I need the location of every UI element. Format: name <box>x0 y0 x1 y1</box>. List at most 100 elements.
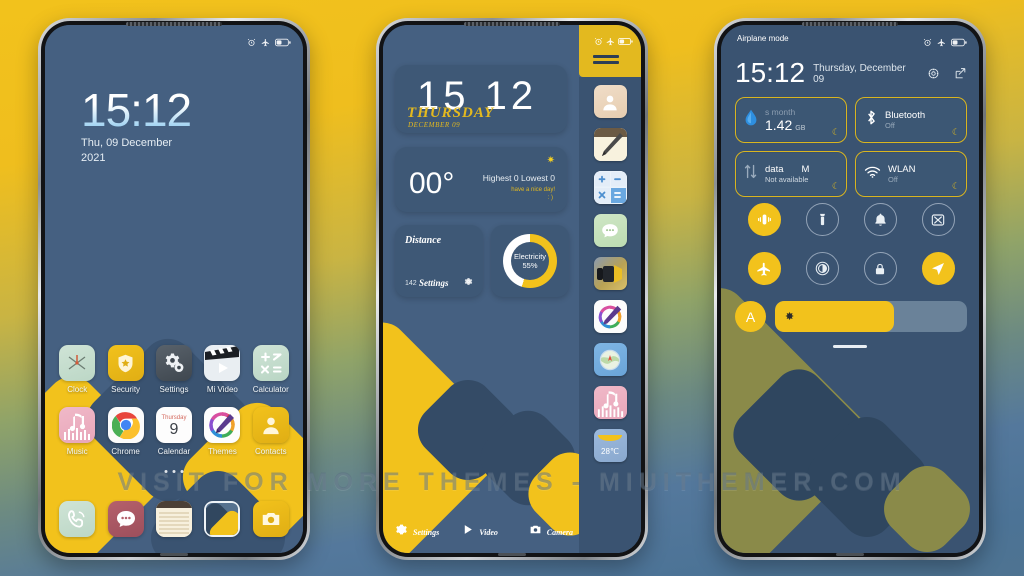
auto-brightness-button[interactable]: A <box>735 301 766 332</box>
battery-icon <box>951 38 967 47</box>
data-arrows-icon <box>744 163 758 185</box>
rail-contacts[interactable] <box>593 85 627 118</box>
phone-2-status-panel <box>579 25 641 77</box>
drag-handle[interactable] <box>833 345 867 348</box>
rail-compass[interactable] <box>593 343 627 376</box>
electricity-ring: Electricity 55% <box>503 234 557 288</box>
rail-themes[interactable] <box>593 300 627 333</box>
toggle-rotation-lock[interactable] <box>863 252 897 285</box>
lockscreen-clock: 15:12 Thu, 09 December 2021 <box>81 84 192 166</box>
app-chrome[interactable]: Chrome <box>101 407 149 456</box>
moon-corner-icon: ☾ <box>831 181 840 191</box>
tile-bluetooth-state: Off <box>885 121 895 131</box>
bottom-camera[interactable]: Camera <box>529 523 573 541</box>
camera-icon <box>529 523 542 541</box>
app-label: Themes <box>207 447 237 456</box>
water-drop-icon <box>744 109 758 131</box>
bottom-video-label: Video <box>479 527 498 537</box>
earpiece-speaker <box>802 22 898 26</box>
tile-bluetooth[interactable]: Bluetooth Off ☾ <box>855 97 967 143</box>
clock-widget[interactable]: 15 12 THURSDAY DECEMBER 09 <box>395 65 567 133</box>
app-mi-video[interactable]: Mi Video <box>198 345 246 394</box>
phone-2-bottom-bar: Settings Video Camera <box>383 519 579 545</box>
rail-messages[interactable] <box>593 214 627 247</box>
toggle-airplane-mode[interactable] <box>747 252 781 285</box>
tile-data-usage[interactable]: s month 1.42 GB ☾ <box>735 97 847 143</box>
weather-smiley: : ) <box>547 195 553 201</box>
app-rail: 28℃ <box>579 77 641 553</box>
rail-notes[interactable] <box>593 128 627 161</box>
rail-calculator[interactable] <box>593 171 627 204</box>
app-calendar[interactable]: Thursday 9 Calendar <box>150 407 198 456</box>
phone-1-bezel: 15:12 Thu, 09 December 2021 Clock Securi… <box>41 21 307 557</box>
dock-phone[interactable] <box>59 501 96 537</box>
weather-widget[interactable]: ✷ 00° Highest 0 Lowest 0 have a nice day… <box>395 147 567 212</box>
toggle-screenshot[interactable] <box>921 203 955 236</box>
app-label: Chrome <box>111 447 140 456</box>
bottom-settings[interactable]: Settings <box>395 523 439 541</box>
dock-gallery[interactable] <box>204 501 241 537</box>
calculator-icon <box>252 345 289 381</box>
electricity-widget[interactable]: Electricity 55% <box>491 225 569 297</box>
distance-settings-label[interactable]: Settings <box>419 278 449 288</box>
toggle-flashlight[interactable] <box>805 203 839 236</box>
settings-cog-icon[interactable] <box>927 67 940 85</box>
bluetooth-icon <box>864 109 878 131</box>
app-security[interactable]: Security <box>101 345 149 394</box>
distance-value: 142 <box>405 280 417 287</box>
app-calculator[interactable]: Calculator <box>247 345 295 394</box>
battery-icon <box>618 37 633 46</box>
tile-mobile-data[interactable]: data M Not available ☾ <box>735 151 847 197</box>
gear-icon <box>395 523 408 541</box>
lockscreen-date-line2: 2021 <box>81 151 106 164</box>
edit-icon[interactable] <box>954 67 967 85</box>
tile-bluetooth-title: Bluetooth <box>885 109 926 121</box>
bottom-video[interactable]: Video <box>461 523 498 541</box>
tile-data-usage-unit: GB <box>795 124 806 132</box>
dock-notes[interactable] <box>155 501 192 537</box>
app-themes[interactable]: Themes <box>198 407 246 456</box>
toggle-dark-mode[interactable] <box>805 252 839 285</box>
weather-message: have a nice day! <box>511 187 555 193</box>
calendar-icon: Thursday 9 <box>155 407 192 443</box>
moon-corner-icon: ☾ <box>951 127 960 137</box>
hamburger-icon[interactable] <box>593 55 619 67</box>
rail-flashlight[interactable] <box>593 257 627 290</box>
app-music[interactable]: Music <box>53 407 101 456</box>
toggle-grid <box>735 203 967 285</box>
alarm-icon <box>923 38 932 47</box>
tile-wlan-title: WLAN <box>888 163 916 175</box>
app-settings[interactable]: Settings <box>150 345 198 394</box>
tile-wlan-state: Off <box>888 175 898 185</box>
rail-music[interactable] <box>593 386 627 419</box>
dock-messages[interactable] <box>107 501 144 537</box>
toggle-silent[interactable] <box>863 203 897 236</box>
bottom-camera-label: Camera <box>546 527 573 537</box>
bottom-speaker <box>160 553 188 556</box>
airplane-icon <box>261 38 270 47</box>
app-contacts[interactable]: Contacts <box>247 407 295 456</box>
app-clock[interactable]: Clock <box>53 345 101 394</box>
gear-icon[interactable] <box>464 277 473 288</box>
tile-data-usage-value: 1.42 <box>765 116 793 133</box>
electricity-value: 55% <box>522 261 538 270</box>
clock-date-sub: DECEMBER 09 <box>408 121 461 129</box>
app-label: Calendar <box>157 447 191 456</box>
phone-3-screen: Airplane mode 15:12 Thursday, December 0… <box>721 25 979 553</box>
page-indicator[interactable] <box>164 470 184 473</box>
brightness-slider[interactable]: ✸ <box>775 301 967 332</box>
rail-weather[interactable]: 28℃ <box>593 429 627 462</box>
dock-camera[interactable] <box>252 501 289 537</box>
tile-wlan[interactable]: WLAN Off ☾ <box>855 151 967 197</box>
earpiece-speaker <box>464 22 560 26</box>
distance-widget[interactable]: Distance 142 Settings <box>395 225 483 297</box>
chrome-icon <box>107 407 144 443</box>
app-grid: Clock Security Settings Mi Video Calcula… <box>45 345 303 456</box>
brightness-row: A ✸ <box>735 301 967 332</box>
lockscreen-time: 15:12 <box>81 84 192 136</box>
app-label: Mi Video <box>206 385 238 394</box>
app-label: Security <box>111 385 141 394</box>
toggle-vibrate[interactable] <box>747 203 781 236</box>
toggle-location[interactable] <box>921 252 955 285</box>
phone-2-bezel: 15 12 THURSDAY DECEMBER 09 ✷ 00° Highest… <box>379 21 645 557</box>
